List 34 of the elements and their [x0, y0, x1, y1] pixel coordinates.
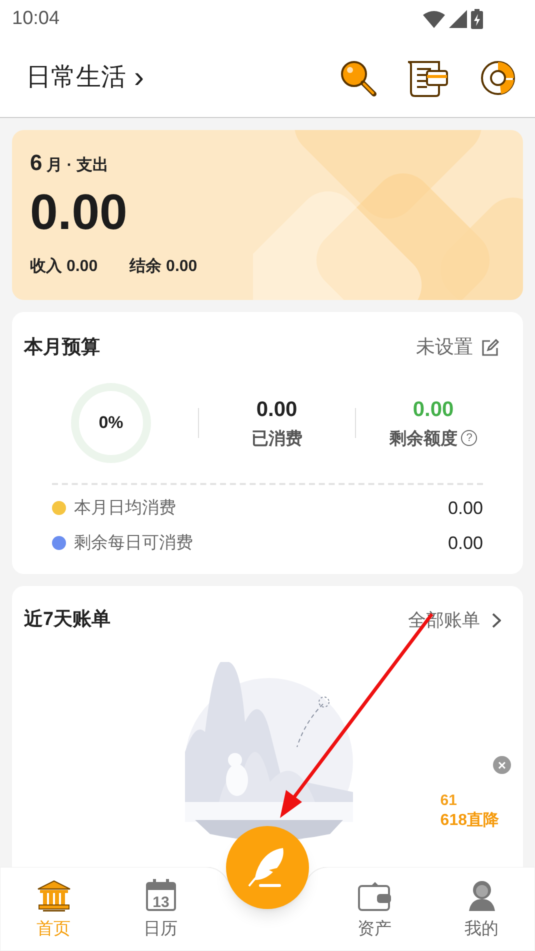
help-icon[interactable]: ?: [461, 430, 478, 446]
budget-row-value: 0.00: [448, 532, 483, 554]
spent-label: 已消费: [251, 428, 302, 450]
bank-icon: [36, 880, 70, 912]
person-icon: [466, 880, 496, 912]
budget-row-label: 剩余每日可消费: [74, 532, 193, 554]
ledger-selector[interactable]: 日常生活 ›: [26, 58, 144, 96]
month-number: 6: [30, 149, 42, 177]
wallet-icon: [356, 880, 392, 912]
battery-icon: [471, 9, 483, 29]
edit-icon: [481, 339, 499, 358]
remaining-label: 剩余额度: [389, 428, 458, 450]
recent-bills-title: 近7天账单: [24, 608, 111, 632]
spent-amount: 0.00: [256, 397, 298, 423]
expense-amount: 0.00: [30, 187, 128, 237]
budget-setting-button[interactable]: 未设置: [416, 334, 511, 362]
pie-chart-icon[interactable]: [479, 58, 517, 96]
wifi-icon: [423, 10, 445, 28]
nav-tab[interactable]: 我的: [428, 880, 535, 941]
budget-percent: 0%: [98, 412, 124, 434]
month-label: 月 · 支出: [46, 156, 108, 176]
nav-tab[interactable]: 资产: [321, 880, 428, 941]
budget-row-label: 本月日均消费: [74, 497, 176, 520]
scroll-icon[interactable]: [407, 58, 449, 96]
remaining-amount: 0.00: [412, 397, 454, 423]
chevron-icon: [492, 612, 501, 628]
status-time: 10:04: [12, 6, 60, 31]
nav-tab[interactable]: 13 日历: [107, 878, 214, 941]
budget-title: 本月预算: [24, 336, 100, 360]
search-icon[interactable]: [339, 58, 377, 96]
signal-icon: [449, 10, 467, 28]
income-text: 收入 0.00: [30, 256, 98, 277]
balance-text: 结余 0.00: [130, 256, 198, 277]
budget-row-value: 0.00: [448, 496, 483, 520]
